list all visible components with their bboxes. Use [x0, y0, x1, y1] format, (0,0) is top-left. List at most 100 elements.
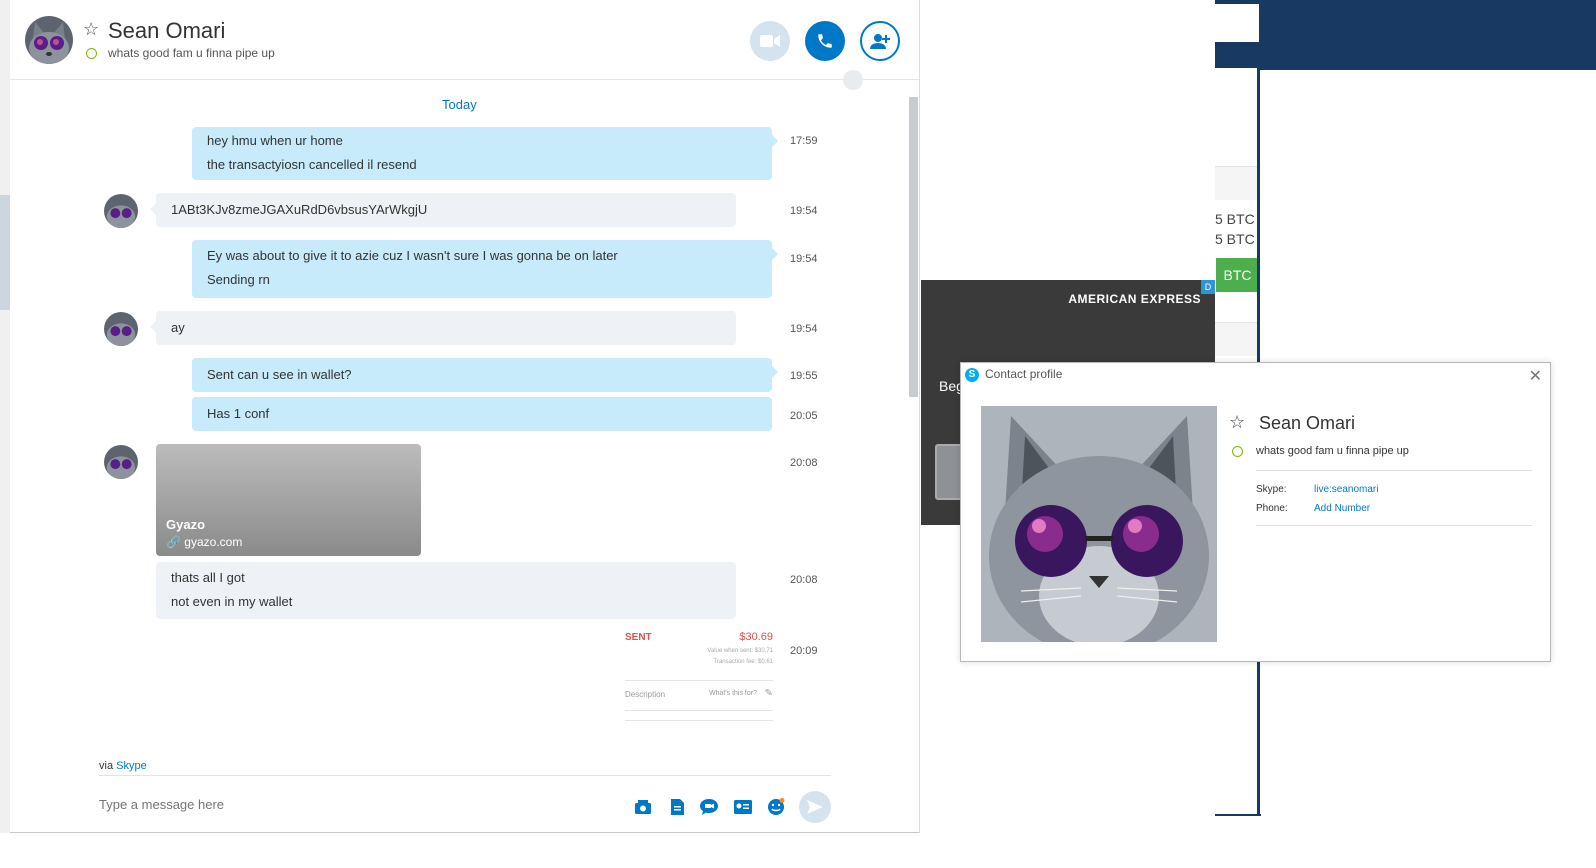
profile-divider [1256, 470, 1532, 471]
phone-label: Phone: [1256, 503, 1288, 514]
message-time: 20:08 [790, 574, 818, 586]
video-message-icon [700, 799, 718, 815]
message-text: not even in my wallet [171, 594, 293, 609]
message-text: ay [171, 320, 185, 335]
background-search-field[interactable] [1215, 4, 1259, 42]
globe-icon[interactable] [843, 70, 863, 90]
outgoing-message[interactable]: Sent can u see in wallet? [192, 358, 778, 392]
contact-avatar[interactable] [25, 16, 73, 64]
favorite-star-icon[interactable]: ☆ [83, 19, 99, 40]
profile-divider [1256, 525, 1532, 526]
add-people-button[interactable] [860, 21, 900, 61]
skype-id-link[interactable]: live:seanomari [1314, 484, 1378, 495]
outgoing-message[interactable]: Has 1 conf [192, 397, 772, 431]
mood-message: whats good fam u finna pipe up [108, 46, 275, 60]
outgoing-message[interactable]: Ey was about to give it to azie cuz I wa… [192, 240, 778, 298]
compose-divider [99, 775, 831, 776]
message-time: 19:54 [790, 253, 818, 265]
message-time: 17:59 [790, 135, 818, 147]
sender-avatar[interactable] [104, 312, 138, 346]
message-text: Sending rn [207, 272, 270, 287]
message-time: 19:54 [790, 205, 818, 217]
profile-name: Sean Omari [1259, 413, 1356, 433]
message-text: hey hmu when ur home [207, 133, 343, 148]
send-icon [807, 800, 823, 814]
presence-status-icon [1232, 446, 1243, 457]
background-header-edge [1259, 68, 1596, 70]
message-text: thats all I got [171, 570, 245, 585]
message-time: 20:09 [790, 645, 818, 657]
payment-divider [625, 720, 773, 721]
send-file-icon [670, 799, 684, 815]
conversation-scrollbar[interactable] [909, 97, 918, 397]
send-photo-button[interactable] [633, 797, 653, 817]
incoming-message[interactable]: 1ABt3KJv8zmeJGAXuRdD6vbsusYArWkgjU [150, 193, 736, 227]
emoticon-icon [768, 798, 785, 815]
background-panel-edge [1215, 814, 1261, 816]
link-url-text: gyazo.com [184, 535, 243, 549]
message-time: 19:54 [790, 323, 818, 335]
voice-call-icon [818, 34, 832, 48]
favorite-star-icon[interactable]: ☆ [1229, 412, 1245, 433]
ad-brand: AMERICAN EXPRESS [1068, 292, 1201, 306]
outgoing-message[interactable]: hey hmu when ur home the transactyiosn c… [192, 127, 778, 180]
message-text: Sent can u see in wallet? [207, 367, 352, 382]
contact-name[interactable]: Sean Omari [108, 18, 225, 44]
add-number-link[interactable]: Add Number [1314, 503, 1370, 514]
selected-contact-indicator[interactable] [0, 195, 10, 310]
payment-value-when-sent: Value when sent: $30.71 [707, 648, 773, 654]
payment-description-field[interactable]: What's this for? [709, 690, 757, 697]
via-prefix: via [99, 760, 114, 772]
payment-status: SENT [625, 632, 652, 643]
message-time: 20:05 [790, 410, 818, 422]
message-text: Has 1 conf [207, 406, 270, 421]
edit-pencil-icon[interactable]: ✎ [765, 688, 773, 699]
video-call-icon [760, 35, 780, 47]
background-header [1215, 0, 1596, 68]
message-text: the transactyiosn cancelled il resend [207, 157, 417, 172]
message-time: 19:55 [790, 370, 818, 382]
incoming-message[interactable]: thats all I got not even in my wallet [156, 562, 736, 619]
link-preview-url[interactable]: 🔗 gyazo.com [166, 535, 242, 549]
send-contact-icon [734, 800, 752, 814]
skype-logo-icon: S [965, 368, 979, 382]
via-skype-link[interactable]: Skype [116, 760, 147, 772]
contact-list-edge [0, 0, 10, 833]
send-contact-button[interactable] [733, 797, 753, 817]
skype-label: Skype: [1256, 484, 1287, 495]
message-input[interactable] [99, 797, 599, 812]
payment-amount: $30.69 [739, 631, 773, 643]
link-icon: 🔗 [166, 535, 181, 549]
add-people-icon [870, 34, 890, 49]
send-file-button[interactable] [667, 797, 687, 817]
send-button[interactable] [799, 791, 831, 823]
send-photo-icon [635, 800, 651, 814]
via-label: via Skype [99, 760, 147, 772]
payment-description-label: Description [625, 690, 666, 699]
ad-choices-icon[interactable]: D [1201, 280, 1215, 294]
profile-mood: whats good fam u finna pipe up [1256, 445, 1409, 457]
payment-card[interactable]: SENT $30.69 Value when sent: $30.71 Tran… [625, 628, 773, 728]
message-text: 1ABt3KJv8zmeJGAXuRdD6vbsusYArWkgjU [171, 202, 428, 217]
payment-divider [625, 680, 773, 681]
payment-fee: Transaction fee: $0.61 [713, 659, 773, 665]
video-message-button[interactable] [699, 797, 719, 817]
message-text: Ey was about to give it to azie cuz I wa… [207, 248, 618, 263]
sender-avatar[interactable] [104, 445, 138, 479]
close-icon[interactable]: ✕ [1529, 366, 1542, 386]
payment-divider [625, 710, 773, 711]
video-call-button[interactable] [750, 21, 790, 61]
link-preview-title: Gyazo [166, 517, 206, 532]
contact-profile-window: S Contact profile ✕ ☆ Sean Omari whats g… [960, 362, 1551, 662]
message-time: 20:08 [790, 457, 818, 469]
incoming-message[interactable]: ay [150, 311, 736, 345]
emoticon-button[interactable] [766, 797, 786, 817]
profile-picture [981, 406, 1217, 642]
presence-status-icon [86, 48, 97, 59]
popup-title: Contact profile [985, 367, 1063, 381]
date-divider: Today [442, 97, 477, 112]
link-preview-card[interactable]: Gyazo 🔗 gyazo.com [156, 444, 421, 556]
conversation-header: ☆ Sean Omari whats good fam u finna pipe… [10, 0, 919, 90]
sender-avatar[interactable] [104, 194, 138, 228]
voice-call-button[interactable] [805, 21, 845, 61]
